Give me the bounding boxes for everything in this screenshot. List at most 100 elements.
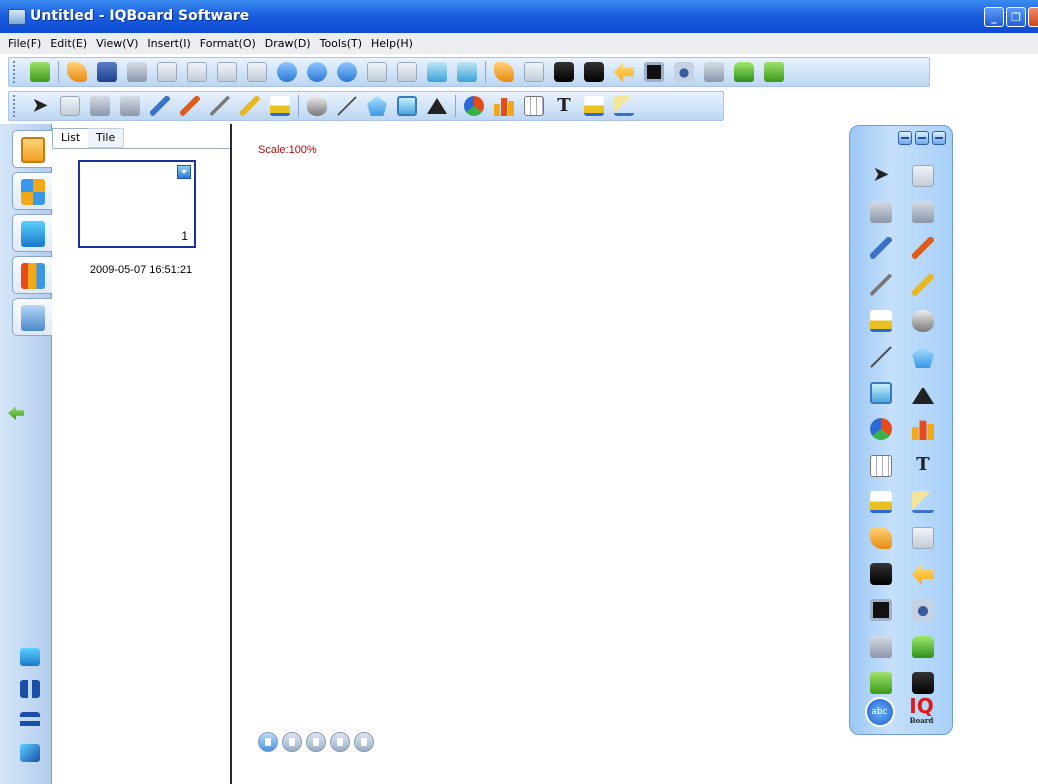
- pen-icon[interactable]: [150, 96, 170, 116]
- resize-icon[interactable]: [20, 744, 40, 762]
- line-icon[interactable]: [337, 96, 357, 116]
- chart-icon[interactable]: [870, 382, 892, 405]
- menu-view[interactable]: View(V): [96, 37, 138, 50]
- triangle-icon[interactable]: [427, 98, 447, 114]
- mouse-icon[interactable]: [912, 165, 934, 188]
- line-icon[interactable]: [870, 346, 892, 369]
- cut-icon[interactable]: [217, 62, 237, 82]
- menu-format[interactable]: Format(O): [200, 37, 256, 50]
- bag-icon[interactable]: [912, 635, 934, 658]
- collapse-arrow-icon[interactable]: [8, 406, 24, 420]
- screen-capture-icon[interactable]: [870, 526, 892, 549]
- palette-restore-button[interactable]: [915, 131, 929, 145]
- spotlight-icon[interactable]: [524, 62, 544, 82]
- mask-icon[interactable]: [870, 563, 892, 586]
- tab-library[interactable]: [12, 256, 52, 294]
- triangle-icon[interactable]: [912, 382, 934, 405]
- tools-extra-icon[interactable]: [870, 671, 892, 694]
- thumbnail-dropdown-icon[interactable]: [177, 165, 191, 179]
- pentagon-icon[interactable]: [912, 346, 934, 369]
- redo-icon[interactable]: [120, 96, 140, 116]
- mouse-icon[interactable]: [60, 96, 80, 116]
- menu-edit[interactable]: Edit(E): [50, 37, 87, 50]
- highlighter-icon[interactable]: [240, 96, 260, 116]
- swap-icon[interactable]: [20, 712, 40, 730]
- menu-tools[interactable]: Tools(T): [320, 37, 362, 50]
- save-icon[interactable]: [97, 62, 117, 82]
- brush-icon[interactable]: [180, 96, 200, 116]
- tab-pages[interactable]: [12, 130, 52, 168]
- fit-page-icon[interactable]: [367, 62, 387, 82]
- next-page-icon[interactable]: [354, 732, 374, 752]
- table-icon[interactable]: [870, 454, 892, 477]
- fullscreen-icon[interactable]: [20, 648, 40, 666]
- pen-mode-icon[interactable]: [306, 732, 326, 752]
- table-icon[interactable]: [524, 96, 544, 116]
- app-icon[interactable]: [8, 9, 26, 25]
- fill-icon[interactable]: [870, 490, 892, 513]
- tab-tile[interactable]: Tile: [88, 128, 125, 148]
- pencil-icon[interactable]: [870, 273, 892, 296]
- bar-chart-icon[interactable]: [912, 420, 934, 441]
- undo-icon[interactable]: [90, 96, 110, 116]
- restore-button[interactable]: ❐: [1006, 7, 1026, 27]
- minimize-button[interactable]: _: [984, 7, 1004, 27]
- chart-icon[interactable]: [397, 96, 417, 116]
- tools-extra-icon[interactable]: [764, 62, 784, 82]
- sort-icon[interactable]: [20, 680, 40, 698]
- back-arrow-icon[interactable]: [912, 563, 934, 586]
- camera-icon[interactable]: [674, 62, 694, 82]
- tab-structure[interactable]: [12, 172, 52, 210]
- mask-icon[interactable]: [554, 62, 574, 82]
- new-page-icon[interactable]: [30, 62, 50, 82]
- select-arrow-icon[interactable]: ➤: [30, 96, 50, 116]
- copy-icon[interactable]: [187, 62, 207, 82]
- menu-insert[interactable]: Insert(I): [147, 37, 190, 50]
- pie-icon[interactable]: [870, 418, 892, 441]
- page-thumbnail[interactable]: 1: [78, 160, 196, 248]
- eraser-icon[interactable]: [912, 309, 934, 332]
- back-arrow-icon[interactable]: [614, 62, 634, 82]
- menu-help[interactable]: Help(H): [371, 37, 413, 50]
- palette-minimize-button[interactable]: [898, 131, 912, 145]
- page-size-icon[interactable]: [427, 62, 447, 82]
- menu-file[interactable]: File(F): [8, 37, 41, 50]
- screen-annotate-icon[interactable]: [912, 671, 934, 694]
- fill-icon[interactable]: [584, 96, 604, 116]
- menu-draw[interactable]: Draw(D): [265, 37, 311, 50]
- open-icon[interactable]: [67, 62, 87, 82]
- ruler-icon[interactable]: [912, 490, 934, 513]
- text-icon[interactable]: T: [554, 96, 574, 116]
- pentagon-icon[interactable]: [367, 96, 387, 116]
- zoom-out-icon[interactable]: [307, 62, 327, 82]
- zoom-in-icon[interactable]: [277, 62, 297, 82]
- tab-reading[interactable]: [12, 298, 52, 336]
- text-icon[interactable]: T: [912, 454, 934, 477]
- pen-icon[interactable]: [870, 237, 892, 260]
- screen-annotate-icon[interactable]: [584, 62, 604, 82]
- tab-list[interactable]: List: [52, 128, 90, 148]
- blackboard-icon[interactable]: [644, 62, 664, 82]
- ruler-icon[interactable]: [614, 96, 634, 116]
- play-icon[interactable]: [258, 732, 278, 752]
- redo-icon[interactable]: [912, 201, 934, 224]
- pencil-icon[interactable]: [210, 96, 230, 116]
- bar-chart-icon[interactable]: [494, 98, 514, 116]
- undo-icon[interactable]: [870, 201, 892, 224]
- text-recognition-button[interactable]: abc: [864, 697, 895, 727]
- hand-icon[interactable]: [397, 62, 417, 82]
- spotlight-icon[interactable]: [912, 526, 934, 549]
- pie-icon[interactable]: [464, 96, 484, 116]
- camera-icon[interactable]: [912, 599, 934, 622]
- blackboard-icon[interactable]: [870, 599, 892, 622]
- stop-icon[interactable]: [282, 732, 302, 752]
- zoom-menu-icon[interactable]: [337, 62, 357, 82]
- recorder-icon[interactable]: [704, 62, 724, 82]
- save-as-icon[interactable]: [127, 62, 147, 82]
- eraser-brush-icon[interactable]: [870, 309, 892, 332]
- close-file-icon[interactable]: [157, 62, 177, 82]
- select-arrow-icon[interactable]: ➤: [870, 165, 892, 187]
- screen-capture-icon[interactable]: [494, 62, 514, 82]
- bag-icon[interactable]: [734, 62, 754, 82]
- recorder-icon[interactable]: [870, 635, 892, 658]
